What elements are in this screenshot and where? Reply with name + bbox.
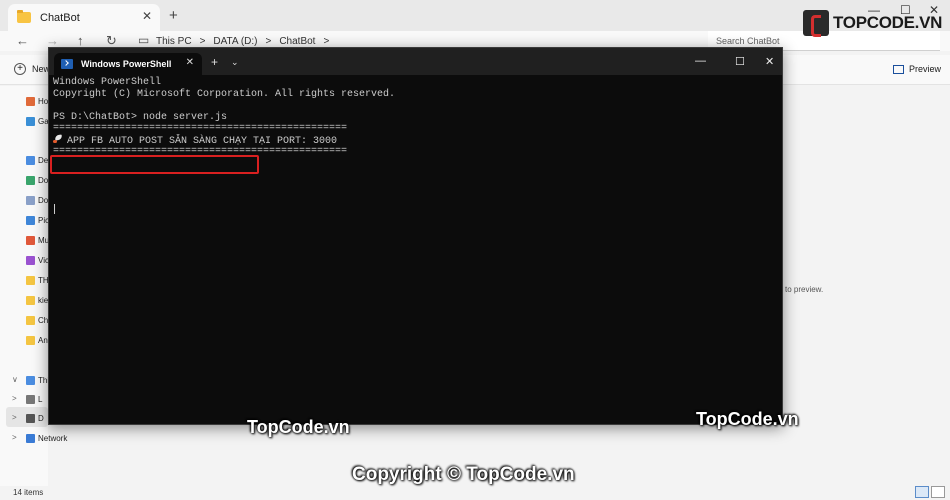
sidebar-item-icon [26, 195, 35, 205]
sidebar-item-icon [26, 155, 35, 165]
tree-item-icon [26, 375, 35, 385]
terminal-tab-title: Windows PowerShell [81, 59, 172, 69]
sidebar-item-icon [26, 335, 35, 345]
terminal-cursor [54, 204, 55, 214]
forward-arrow-icon[interactable]: → [46, 33, 59, 48]
up-arrow-icon[interactable]: ↑ [77, 33, 84, 48]
terminal-output[interactable]: Windows PowerShell Copyright (C) Microso… [53, 77, 778, 158]
sidebar-item[interactable]: Ch [26, 313, 48, 327]
powershell-icon [61, 59, 73, 69]
item-count: 14 items [13, 488, 44, 497]
terminal-separator-line: ========================================… [53, 123, 348, 134]
logo-mark-icon [803, 10, 829, 37]
tree-item[interactable]: L [26, 392, 42, 406]
tree-item[interactable]: D [26, 411, 44, 425]
terminal-line: Windows PowerShell [53, 77, 162, 88]
tree-item[interactable]: Network [26, 431, 67, 445]
view-toggle [915, 486, 945, 498]
sidebar-item-icon [26, 315, 35, 325]
sidebar-item-label: Ch [38, 315, 49, 325]
tree-item-icon [26, 433, 35, 443]
powershell-window[interactable]: Windows PowerShell ✕ + ⌄ — ☐ ✕ Windows P… [48, 47, 783, 425]
sidebar-item-icon [26, 116, 35, 126]
sidebar-item[interactable]: Ga [26, 114, 49, 128]
back-arrow-icon[interactable]: ← [16, 33, 29, 48]
terminal-close-button[interactable]: ✕ [765, 55, 774, 68]
breadcrumb-this-pc[interactable]: This PC [156, 36, 192, 47]
sidebar-item-icon [26, 175, 35, 185]
sidebar-item[interactable]: Do [26, 193, 48, 207]
logo-text: TOPCODE.VN [833, 13, 943, 32]
sidebar-item[interactable]: Pic [26, 213, 49, 227]
sidebar-item-label: Do [38, 195, 49, 205]
breadcrumb-separator-icon[interactable]: > [265, 36, 271, 47]
topcode-logo: TOPCODE.VN [803, 10, 943, 37]
tree-item-label: Network [38, 433, 68, 443]
watermark-left: TopCode.vn [247, 417, 350, 437]
sidebar-item[interactable]: TH [26, 273, 49, 287]
explorer-tab-title: ChatBot [40, 11, 80, 24]
terminal-server-ready-line: APP FB AUTO POST SẴN SÀNG CHẠY TẠI PORT:… [53, 135, 778, 147]
sidebar-item-icon [26, 96, 35, 106]
sidebar-item[interactable]: Ho [26, 94, 48, 108]
terminal-tab-close-icon[interactable]: ✕ [186, 57, 194, 68]
watermark-copyright: Copyright © TopCode.vn [352, 464, 575, 485]
sidebar-item-label: De [38, 155, 49, 165]
sidebar-item-icon [26, 275, 35, 285]
watermark-right: TopCode.vn [696, 409, 799, 429]
sidebar-item-icon [26, 215, 35, 225]
terminal-new-tab-button[interactable]: + [211, 56, 218, 68]
terminal-minimize-button[interactable]: — [695, 55, 706, 67]
sidebar-item-icon [26, 235, 35, 245]
tree-item-icon [26, 413, 35, 423]
breadcrumb-data-d[interactable]: DATA (D:) [213, 36, 257, 47]
terminal-dropdown-button[interactable]: ⌄ [231, 57, 239, 68]
sidebar-item[interactable]: An [26, 333, 48, 347]
explorer-tab-close-icon[interactable]: ✕ [142, 9, 152, 23]
breadcrumb-separator-icon[interactable]: > [323, 36, 329, 47]
preview-pane-icon [893, 64, 904, 74]
details-view-button[interactable] [915, 486, 929, 498]
terminal-command-line: PS D:\ChatBot> node server.js [53, 111, 228, 123]
preview-pane-button[interactable]: Preview [893, 64, 941, 74]
explorer-new-tab-button[interactable]: + [169, 8, 178, 23]
sidebar-item[interactable]: Do [26, 173, 48, 187]
folder-icon [17, 10, 31, 23]
rocket-icon [53, 135, 63, 144]
sidebar-item-label: kie [38, 295, 49, 305]
breadcrumb-separator-icon[interactable]: > [200, 36, 206, 47]
sidebar-item-icon [26, 295, 35, 305]
tree-item[interactable]: Thi [26, 373, 49, 387]
breadcrumb-chatbot[interactable]: ChatBot [279, 36, 315, 47]
terminal-maximize-button[interactable]: ☐ [735, 55, 745, 68]
tree-item-label: L [38, 394, 43, 404]
status-bar [0, 486, 950, 500]
command-highlight-box [50, 155, 259, 174]
preview-empty-message: to preview. [785, 285, 824, 294]
preview-button-label: Preview [909, 64, 942, 74]
server-ready-text: APP FB AUTO POST SẴN SÀNG CHẠY TẠI PORT:… [67, 135, 338, 147]
sidebar-item-label: Do [38, 175, 49, 185]
sidebar-item[interactable]: kie [26, 293, 48, 307]
tree-item-icon [26, 394, 35, 404]
tree-expand-chevron-icon[interactable]: > [12, 394, 17, 403]
sidebar-item-label: Ho [38, 96, 49, 106]
explorer-tab-chatbot[interactable]: ChatBot ✕ [8, 4, 160, 31]
terminal-line: Copyright (C) Microsoft Corporation. All… [53, 88, 396, 100]
tiles-view-button[interactable] [931, 486, 945, 498]
tree-expand-chevron-icon[interactable]: > [12, 413, 17, 422]
tree-expand-chevron-icon[interactable]: > [12, 433, 17, 442]
plus-circle-icon: + [14, 63, 26, 75]
new-button[interactable]: + New [14, 63, 50, 75]
sidebar-item[interactable]: Mu [26, 233, 49, 247]
sidebar-item-label: An [38, 335, 48, 345]
tree-expand-chevron-icon[interactable]: ∨ [12, 375, 18, 384]
terminal-tab-powershell[interactable]: Windows PowerShell ✕ [54, 53, 202, 75]
sidebar-item[interactable]: Vic [26, 253, 49, 267]
sidebar-item[interactable]: De [26, 153, 48, 167]
sidebar-item-icon [26, 255, 35, 265]
tree-item-label: D [38, 413, 44, 423]
